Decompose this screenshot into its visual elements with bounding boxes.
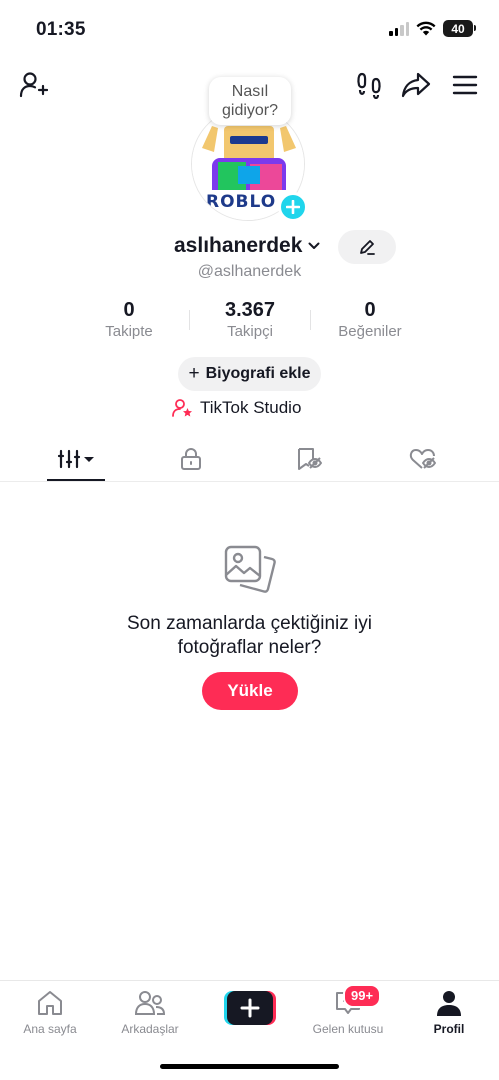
add-user-icon: [19, 72, 48, 98]
add-friend-button[interactable]: [16, 68, 50, 102]
photos-icon: [224, 545, 276, 593]
stat-following[interactable]: 0 Takipte: [74, 298, 184, 340]
create-button[interactable]: [224, 991, 276, 1025]
bubble-line-2: gidiyor?: [221, 102, 279, 119]
svg-text:ROBLO: ROBLO: [206, 192, 276, 212]
username-switcher[interactable]: aslıhanerdek: [174, 234, 320, 258]
tab-posts[interactable]: [46, 436, 106, 482]
stat-likes[interactable]: 0 Beğeniler: [315, 298, 425, 340]
nav-home[interactable]: Ana sayfa: [0, 987, 100, 1036]
tab-reposts[interactable]: [279, 436, 339, 482]
studio-label: TikTok Studio: [200, 398, 302, 417]
stat-likes-count: 0: [364, 299, 376, 321]
plus-icon: +: [188, 363, 200, 384]
create-plus-icon: [224, 991, 276, 1025]
share-button[interactable]: [399, 68, 433, 102]
home-icon: [38, 991, 62, 1015]
wifi-icon: [416, 21, 436, 36]
username: aslıhanerdek: [174, 234, 303, 257]
nav-profile[interactable]: Profil: [399, 987, 499, 1036]
studio-user-icon: [172, 399, 192, 417]
user-handle: @aslhanerdek: [197, 263, 302, 280]
plus-icon: [286, 200, 300, 214]
stat-following-label: Takipte: [105, 323, 153, 340]
add-bio-label: Biyografi ekle: [205, 365, 311, 382]
stat-divider: [310, 310, 311, 330]
battery-level: 40: [451, 21, 465, 36]
battery-icon: 40: [443, 20, 476, 37]
nav-profile-label: Profil: [433, 1022, 465, 1036]
empty-state-message: Son zamanlarda çektiğiniz iyi fotoğrafla…: [0, 612, 499, 660]
stat-followers-label: Takipçi: [227, 323, 273, 340]
add-avatar-button[interactable]: [278, 192, 308, 222]
grid-sort-icon: [57, 449, 94, 469]
add-bio-button[interactable]: + Biyografi ekle: [178, 357, 321, 391]
edit-profile-button[interactable]: [338, 230, 396, 264]
chevron-down-icon: [308, 242, 320, 249]
active-tab-indicator: [47, 479, 105, 481]
bookmark-eye-icon: [298, 448, 322, 470]
menu-button[interactable]: [448, 68, 482, 102]
lock-icon: [181, 448, 201, 470]
stat-followers[interactable]: 3.367 Takipçi: [195, 298, 305, 340]
tiktok-studio-link[interactable]: TikTok Studio: [172, 398, 301, 418]
hamburger-icon: [452, 75, 478, 95]
home-indicator[interactable]: [160, 1064, 339, 1069]
empty-state-line-2: fotoğraflar neler?: [177, 637, 322, 658]
stat-followers-count: 3.367: [224, 299, 276, 321]
upload-button[interactable]: Yükle: [202, 672, 298, 710]
nav-inbox-label: Gelen kutusu: [312, 1022, 384, 1036]
share-icon: [401, 72, 431, 98]
stat-divider: [189, 310, 190, 330]
status-time: 01:35: [36, 19, 86, 40]
tab-private[interactable]: [161, 436, 221, 482]
profile-icon: [437, 991, 461, 1016]
heart-eye-icon: [409, 449, 436, 469]
inbox-badge: 99+: [343, 984, 382, 1008]
friends-icon: [134, 991, 166, 1015]
footprint-button[interactable]: [352, 68, 386, 102]
stat-likes-label: Beğeniler: [338, 323, 402, 340]
status-icons: 40: [389, 20, 476, 37]
stat-following-count: 0: [123, 299, 135, 321]
pencil-icon: [360, 240, 375, 255]
empty-state-line-1: Son zamanlarda çektiğiniz iyi: [126, 613, 372, 634]
bubble-line-1: Nasıl: [231, 83, 269, 100]
signal-icon: [389, 21, 409, 36]
nav-friends[interactable]: Arkadaşlar: [100, 987, 200, 1036]
content-tabs: [0, 436, 499, 482]
nav-friends-label: Arkadaşlar: [121, 1022, 179, 1036]
status-bubble[interactable]: Nasıl gidiyor?: [209, 77, 291, 125]
tab-liked[interactable]: [393, 436, 453, 482]
nav-home-label: Ana sayfa: [23, 1022, 77, 1036]
footprints-icon: [357, 72, 381, 99]
status-bar: 01:35 40: [0, 0, 499, 60]
